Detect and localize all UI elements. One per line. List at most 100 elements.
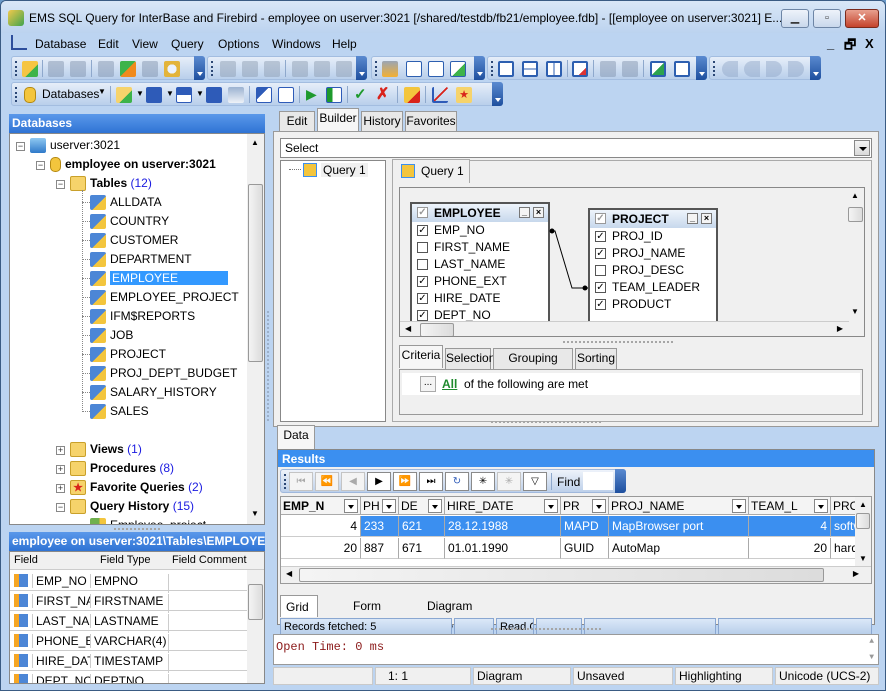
- grid-cell[interactable]: MAPD: [561, 516, 609, 537]
- commit-icon[interactable]: ✓: [354, 85, 367, 103]
- field-row[interactable]: LAST_NAME LASTNAME: [10, 611, 248, 633]
- column-filter-dropdown[interactable]: [344, 499, 358, 513]
- column-filter-dropdown[interactable]: [382, 499, 396, 513]
- query-tree[interactable]: Query 1: [280, 160, 386, 422]
- menu-query[interactable]: Query: [171, 37, 204, 51]
- field-row[interactable]: FIRST_NAME FIRSTNAME: [10, 591, 248, 613]
- scroll-thumb[interactable]: [856, 513, 870, 529]
- criteria-options-button[interactable]: ...: [420, 376, 436, 392]
- tree-table-country[interactable]: COUNTRY: [90, 213, 169, 230]
- tree-procedures-node[interactable]: Procedures (8): [70, 460, 174, 477]
- collapse-icon[interactable]: −: [56, 180, 65, 189]
- filter-icon[interactable]: ▽: [523, 472, 547, 491]
- scroll-up-icon[interactable]: ▲: [859, 500, 867, 509]
- rollback-icon[interactable]: ✗: [376, 84, 389, 104]
- forward-window-icon[interactable]: [622, 61, 638, 77]
- column-filter-dropdown[interactable]: [592, 499, 606, 513]
- field-row[interactable]: HIRE_DATE TIMESTAMP: [10, 651, 248, 673]
- delete-icon[interactable]: ✳: [497, 472, 521, 491]
- remove-database-icon[interactable]: [48, 61, 64, 77]
- toolbar-grip[interactable]: [15, 61, 17, 76]
- next-icon[interactable]: [766, 61, 782, 77]
- menu-view[interactable]: View: [132, 37, 158, 51]
- tab-diagram-view[interactable]: Diagram View: [422, 595, 477, 635]
- notes-icon[interactable]: [278, 87, 294, 103]
- tab-favorites[interactable]: Favorites: [405, 111, 457, 132]
- scroll-thumb[interactable]: [420, 323, 454, 336]
- export-icon[interactable]: [256, 87, 272, 103]
- tree-table-department[interactable]: DEPARTMENT: [90, 251, 192, 268]
- grid-cell[interactable]: 621: [399, 516, 445, 537]
- grid-cell[interactable]: 887: [361, 538, 399, 559]
- tree-table-job[interactable]: JOB: [90, 327, 133, 344]
- restore-icon[interactable]: [650, 61, 666, 77]
- column-filter-dropdown[interactable]: [814, 499, 828, 513]
- collapse-icon[interactable]: −: [16, 142, 25, 151]
- mdi-close-icon[interactable]: X: [865, 36, 874, 51]
- toolbar-overflow-button[interactable]: [474, 56, 485, 80]
- open-query-icon[interactable]: [428, 61, 444, 77]
- maximize-button[interactable]: ▫: [813, 9, 841, 28]
- refresh-icon[interactable]: ↻: [445, 472, 469, 491]
- column-header-field-type[interactable]: Field Type: [100, 554, 151, 566]
- run-tool-icon[interactable]: [382, 61, 398, 77]
- tab-data[interactable]: Data: [277, 425, 315, 449]
- toolbar-grip[interactable]: [375, 61, 377, 76]
- find-database-icon[interactable]: [164, 61, 180, 77]
- toolbar-overflow-button[interactable]: [810, 56, 821, 80]
- scroll-down-icon[interactable]: ▼: [869, 653, 874, 662]
- scroll-thumb[interactable]: [248, 184, 263, 362]
- connect-icon[interactable]: [120, 61, 136, 77]
- mdi-restore-icon[interactable]: 🗗: [844, 36, 856, 58]
- tab-criteria[interactable]: Criteria: [399, 345, 443, 368]
- scroll-up-icon[interactable]: ▲: [851, 191, 859, 200]
- databases-dropdown[interactable]: Databases: [42, 87, 99, 101]
- scroll-thumb[interactable]: [299, 568, 824, 582]
- column-header-field[interactable]: Field: [14, 554, 38, 566]
- grid-hscrollbar[interactable]: ◀ ▶: [281, 566, 871, 583]
- scroll-left-icon[interactable]: ◀: [286, 569, 292, 578]
- tree-table-salary-history[interactable]: SALARY_HISTORY: [90, 384, 217, 401]
- add-database-icon[interactable]: [22, 61, 38, 77]
- disconnect-icon[interactable]: [98, 61, 114, 77]
- toolbar-overflow-button[interactable]: [194, 56, 205, 80]
- back-window-icon[interactable]: [600, 61, 616, 77]
- results-grid[interactable]: EMP_NPHDEHIRE_DATEPRPROJ_NAMETEAM_LPRODU…: [280, 496, 872, 584]
- toolbar-overflow-button[interactable]: [615, 469, 626, 493]
- execute-selected-icon[interactable]: [326, 87, 342, 103]
- database-tree[interactable]: − userver:3021 − employee on userver:302…: [9, 133, 265, 525]
- tree-table-customer[interactable]: CUSTOMER: [90, 232, 178, 249]
- chevron-down-icon[interactable]: ▼: [166, 89, 174, 98]
- tree-table-sales[interactable]: SALES: [90, 403, 149, 420]
- save-as-icon[interactable]: [176, 87, 192, 103]
- last-record-icon[interactable]: ⏭: [419, 472, 443, 491]
- tab-sorting[interactable]: Sorting: [575, 348, 617, 369]
- column-header-field-comment[interactable]: Field Comment: [172, 554, 247, 566]
- column-filter-dropdown[interactable]: [428, 499, 442, 513]
- save-query-icon[interactable]: [450, 61, 466, 77]
- scroll-up-icon[interactable]: ▲: [251, 138, 259, 147]
- tree-scrollbar[interactable]: ▲ ▼: [247, 134, 264, 524]
- database-properties-icon[interactable]: [70, 61, 86, 77]
- field-row[interactable]: EMP_NO EMPNO: [10, 571, 248, 593]
- scroll-down-icon[interactable]: ▼: [251, 509, 259, 518]
- grid-cell[interactable]: 20: [281, 538, 361, 559]
- menu-help[interactable]: Help: [332, 37, 357, 51]
- collapse-icon[interactable]: −: [36, 161, 45, 170]
- scroll-left-icon[interactable]: ◀: [405, 324, 411, 333]
- column-filter-dropdown[interactable]: [544, 499, 558, 513]
- prior-page-icon[interactable]: ⏪: [315, 472, 339, 491]
- next-page-icon[interactable]: ⏩: [393, 472, 417, 491]
- toolbar-grip[interactable]: [211, 61, 213, 76]
- paste-icon[interactable]: [264, 61, 280, 77]
- toolbar-grip[interactable]: [15, 87, 17, 102]
- close-button[interactable]: ✕: [845, 9, 879, 28]
- tile-vertical-icon[interactable]: [546, 61, 562, 77]
- next-record-icon[interactable]: ▶: [367, 472, 391, 491]
- splitter-handle[interactable]: [491, 628, 601, 632]
- tree-views-node[interactable]: Views (1): [70, 441, 142, 458]
- fields-scrollbar[interactable]: [247, 570, 264, 683]
- tree-table-employee[interactable]: EMPLOYEE: [90, 270, 229, 287]
- save-all-icon[interactable]: [206, 87, 222, 103]
- tree-table-ifm-reports[interactable]: IFM$REPORTS: [90, 308, 195, 325]
